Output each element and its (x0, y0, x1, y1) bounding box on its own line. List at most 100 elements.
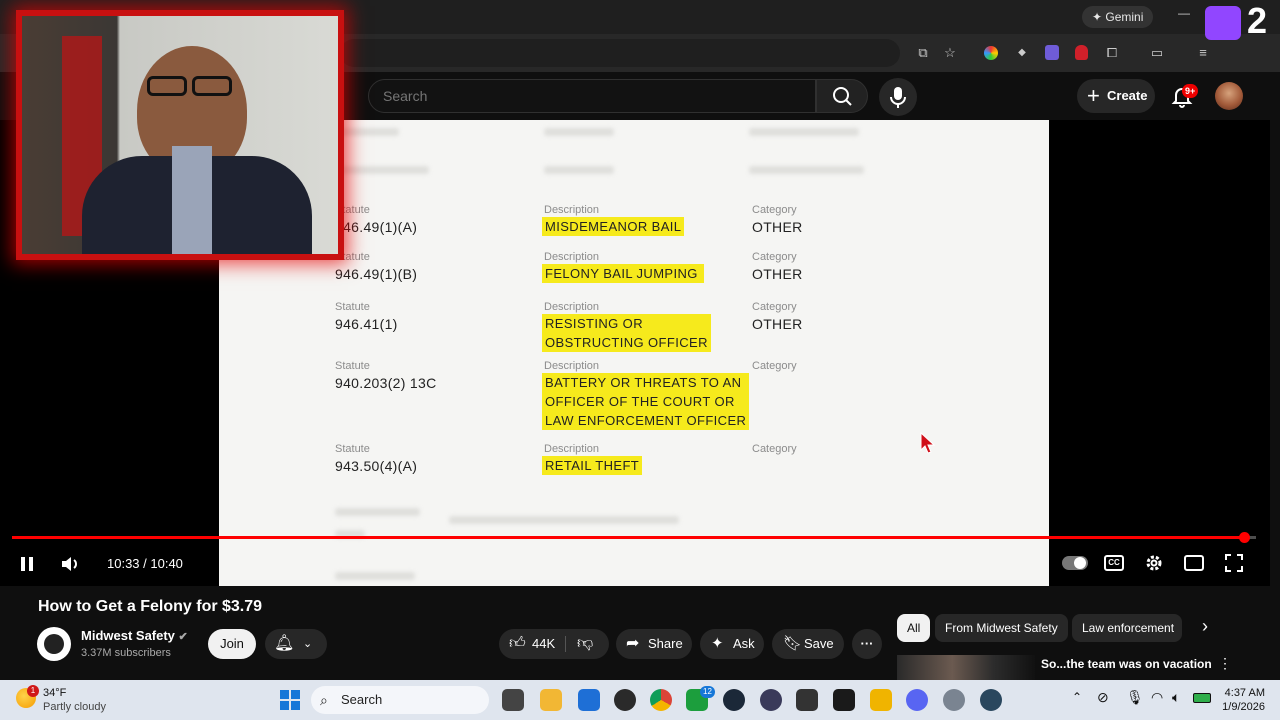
progress-bar (12, 536, 1244, 539)
speaker-icon[interactable]: 🔈︎ (1172, 689, 1180, 706)
extensions-puzzle-icon[interactable]: ⧠ (1102, 43, 1122, 63)
subscribe-bell-button[interactable]: 🔔︎ ⌄ (265, 629, 327, 659)
rockstar-icon[interactable] (870, 689, 892, 711)
settings-icon[interactable] (943, 689, 965, 711)
address-bar[interactable] (340, 39, 900, 67)
create-label: Create (1107, 88, 1148, 103)
description-line: RESISTING OR (542, 314, 711, 333)
create-button[interactable]: + Create (1077, 79, 1155, 113)
steam-alt-icon[interactable] (980, 689, 1002, 711)
category-label: Category (752, 443, 797, 455)
side-panel-icon[interactable]: ▭ (1147, 43, 1167, 63)
bookmark-star-icon[interactable]: ☆ (940, 43, 960, 63)
clock-date[interactable]: 1/9/2026 (1220, 701, 1265, 713)
clock-time[interactable]: 4:37 AM (1223, 687, 1265, 699)
recommended-thumbnail[interactable] (897, 655, 1035, 683)
extension-shield-icon[interactable] (1045, 45, 1059, 60)
save-button[interactable]: 🔖︎ Save (772, 629, 844, 659)
category-value: OTHER (752, 219, 803, 235)
chevron-right-icon[interactable]: › (1202, 616, 1208, 637)
file-explorer-icon[interactable] (540, 689, 562, 711)
twitch-count: 2 (1247, 0, 1268, 41)
microphone-tray-icon[interactable]: 🎙︎ (1126, 689, 1144, 706)
channel-name-text: Midwest Safety (81, 628, 175, 643)
battery-icon[interactable] (1193, 693, 1211, 703)
weather-badge: 1 (27, 685, 39, 697)
taskbar-search[interactable]: ⌕ Search (311, 686, 489, 714)
description-label: Description (544, 443, 600, 455)
chip-law-enforcement[interactable]: Law enforcement (1072, 614, 1182, 642)
install-app-icon[interactable]: ⧉ (913, 43, 933, 63)
microphone-icon (890, 87, 906, 108)
captions-icon[interactable]: CC (1104, 555, 1124, 571)
category-label: Category (752, 301, 797, 313)
ask-label: Ask (733, 636, 755, 651)
statute-value: 946.49(1)(A) (335, 219, 418, 235)
obs-icon[interactable] (614, 689, 636, 711)
chip-all[interactable]: All (897, 614, 931, 642)
webcam-overlay (16, 10, 344, 260)
search-input[interactable] (368, 79, 816, 113)
wifi-icon[interactable]: ◠ (1151, 689, 1163, 706)
settings-gear-icon[interactable] (1144, 553, 1164, 573)
windows-start-icon[interactable] (280, 690, 300, 710)
mouse-cursor-icon (920, 432, 936, 454)
autoplay-knob (1074, 557, 1086, 569)
task-view-icon[interactable] (502, 689, 524, 711)
join-button[interactable]: Join (208, 629, 256, 659)
voice-search-button[interactable] (879, 78, 917, 116)
avatar[interactable] (1215, 82, 1243, 110)
search-icon (833, 87, 852, 106)
plus-icon: + (1087, 83, 1100, 108)
epic-games-icon[interactable] (833, 689, 855, 711)
chip-from-channel[interactable]: From Midwest Safety (935, 614, 1068, 642)
time-display: 10:33 / 10:40 (107, 556, 183, 571)
tray-chevron-icon[interactable]: ⌃ (1072, 690, 1082, 704)
chrome-icon[interactable] (650, 689, 672, 711)
description-line: BATTERY OR THREATS TO AN (542, 373, 750, 392)
store-icon[interactable] (578, 689, 600, 711)
discord-icon[interactable] (906, 689, 928, 711)
theater-mode-icon[interactable] (1184, 555, 1204, 571)
more-actions-icon[interactable]: ··· (852, 629, 882, 659)
statute-value: 943.50(4)(A) (335, 458, 418, 474)
channel-name[interactable]: Midwest Safety ✔ (81, 628, 188, 643)
extension-diamond-icon[interactable]: ◆ (1012, 43, 1032, 63)
share-arrow-icon: ➦ (626, 635, 640, 652)
like-count: 44K (532, 636, 556, 651)
channel-logo[interactable] (37, 627, 71, 661)
verified-icon: ✔ (178, 631, 188, 643)
share-button[interactable]: ➦ Share (616, 629, 692, 659)
kebab-menu-icon[interactable]: ⋮ (1218, 655, 1232, 672)
ask-button[interactable]: ✦ Ask (700, 629, 764, 659)
scrubber-handle[interactable] (1238, 532, 1250, 543)
like-button[interactable]: 👍︎ (509, 629, 526, 659)
gemini-button[interactable]: ✦ Gemini (1082, 6, 1154, 28)
extension-color-icon[interactable] (984, 46, 998, 60)
gemini-label: Gemini (1105, 10, 1144, 24)
minimize-icon[interactable]: — (1178, 6, 1190, 20)
notification-badge: 9+ (1182, 84, 1199, 98)
recommended-title[interactable]: So...the team was on vacation (1041, 657, 1212, 671)
save-label: Save (804, 636, 834, 651)
app-icon[interactable] (760, 689, 782, 711)
video-title: How to Get a Felony for $3.79 (38, 598, 263, 615)
share-label: Share (648, 636, 683, 651)
extension-red-icon[interactable] (1075, 45, 1088, 60)
description-label: Description (544, 360, 600, 372)
fullscreen-icon[interactable] (1225, 554, 1243, 572)
pause-icon[interactable] (18, 555, 36, 573)
search-button[interactable] (816, 79, 868, 113)
network-off-icon[interactable]: ⊘ (1097, 689, 1109, 706)
twitch-logo-icon (1205, 6, 1241, 40)
steam-icon[interactable] (723, 689, 745, 711)
autoplay-toggle[interactable] (1062, 556, 1088, 570)
category-label: Category (752, 204, 797, 216)
reading-list-icon[interactable]: ≡ (1193, 43, 1213, 63)
search-icon: ⌕ (320, 692, 328, 708)
description-value: BATTERY OR THREATS TO AN OFFICER OF THE … (542, 373, 750, 430)
dislike-button[interactable]: 👎︎ (577, 629, 593, 659)
description-value: RETAIL THEFT (542, 456, 643, 475)
7tv-icon[interactable] (796, 689, 818, 711)
volume-icon[interactable] (60, 554, 82, 574)
